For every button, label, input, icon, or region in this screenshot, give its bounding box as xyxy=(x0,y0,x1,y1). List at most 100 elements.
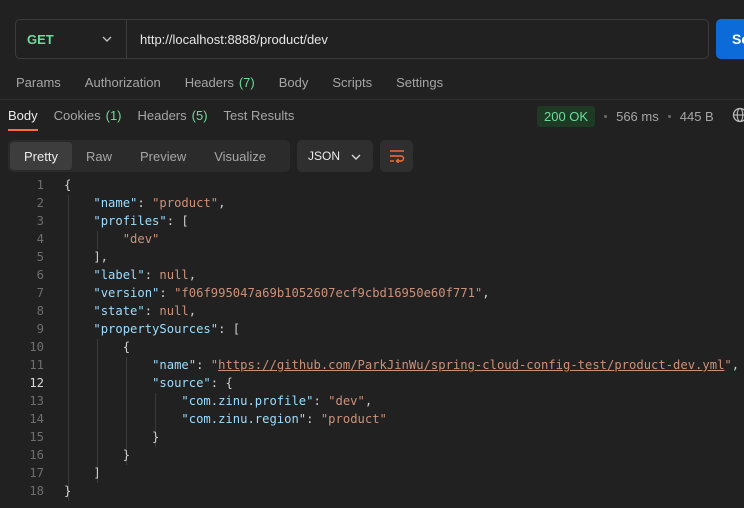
tab-settings[interactable]: Settings xyxy=(396,75,443,90)
tab-label: Authorization xyxy=(84,75,161,90)
code-line: 11 "name": "https://github.com/ParkJinWu… xyxy=(0,356,744,374)
line-number: 4 xyxy=(36,232,44,246)
code-text: { xyxy=(64,178,72,192)
code-text: "propertySources": [ xyxy=(93,322,241,336)
tab-authorization[interactable]: Authorization xyxy=(85,75,161,90)
separator-dot xyxy=(604,115,608,118)
tab-label: Settings xyxy=(396,75,444,90)
divider xyxy=(0,99,744,100)
format-select[interactable]: JSON xyxy=(297,140,373,172)
line-number: 9 xyxy=(36,322,44,336)
line-number: 6 xyxy=(36,268,44,282)
code-text: "state": null, xyxy=(93,304,197,318)
code-line: 3 "profiles": [ xyxy=(0,212,744,230)
wrap-lines-icon xyxy=(389,150,404,163)
code-line: 15 } xyxy=(0,428,744,446)
globe-icon[interactable] xyxy=(732,107,744,123)
url-input[interactable]: http://localhost:8888/product/dev xyxy=(127,32,328,47)
url-bar: GET http://localhost:8888/product/dev xyxy=(15,19,709,59)
chevron-down-icon xyxy=(102,36,112,42)
tab-label: Headers xyxy=(184,75,234,90)
line-number: 1 xyxy=(36,178,44,192)
line-number: 13 xyxy=(29,394,44,408)
line-number: 5 xyxy=(36,250,44,264)
code-text: } xyxy=(64,484,72,498)
code-text: "name": "product", xyxy=(93,196,226,210)
view-preview[interactable]: Preview xyxy=(126,142,200,170)
url-link[interactable]: https://github.com/ParkJinWu/spring-clou… xyxy=(218,358,724,372)
line-number: 7 xyxy=(36,286,44,300)
tab-label: Body xyxy=(278,75,309,90)
code-line: 4 "dev" xyxy=(0,230,744,248)
tab-params[interactable]: Params xyxy=(16,75,61,90)
tab-count: (7) xyxy=(238,75,255,90)
code-text: ], xyxy=(64,250,109,264)
tab-scripts[interactable]: Scripts xyxy=(332,75,372,90)
view-pretty[interactable]: Pretty xyxy=(10,142,72,170)
method-select[interactable]: GET xyxy=(16,20,127,58)
tab-headers[interactable]: Headers (7) xyxy=(185,75,255,90)
line-number: 11 xyxy=(29,358,44,372)
tab-label: Headers xyxy=(137,108,187,123)
response-tabs: Body Cookies (1) Headers (5) Test Results xyxy=(8,108,310,131)
code-lines: 1{2 "name": "product", 3 "profiles": [4 "… xyxy=(0,176,744,500)
format-label: JSON xyxy=(308,149,341,163)
code-line: 13 "com.zinu.profile": "dev", xyxy=(0,392,744,410)
tab-body[interactable]: Body xyxy=(8,108,38,131)
status-badge[interactable]: 200 OK xyxy=(537,106,596,127)
separator-dot xyxy=(667,115,671,118)
code-text: "name": "https://github.com/ParkJinWu/sp… xyxy=(152,358,740,372)
chevron-down-icon xyxy=(351,154,361,160)
tab-label: Body xyxy=(8,108,38,123)
tab-headers[interactable]: Headers (5) xyxy=(138,108,208,123)
code-text: "com.zinu.profile": "dev", xyxy=(181,394,373,408)
send-button[interactable]: Se xyxy=(716,19,744,59)
code-text: "com.zinu.region": "product" xyxy=(181,412,387,426)
code-line: 5 ], xyxy=(0,248,744,266)
line-number: 15 xyxy=(29,430,44,444)
method-label: GET xyxy=(27,31,54,47)
code-line: 12 "source": { xyxy=(0,374,744,392)
tab-label: Cookies xyxy=(53,108,101,123)
line-number: 8 xyxy=(36,304,44,318)
wrap-lines-button[interactable] xyxy=(380,140,413,172)
tab-test-results[interactable]: Test Results xyxy=(224,108,295,123)
line-number: 18 xyxy=(29,484,44,498)
view-mode-group: Pretty Raw Preview Visualize xyxy=(8,140,290,172)
line-number: 10 xyxy=(29,340,44,354)
code-text: "version": "f06f995047a69b1052607ecf9cbd… xyxy=(93,286,490,300)
code-line: 17 ] xyxy=(0,464,744,482)
code-line: 8 "state": null, xyxy=(0,302,744,320)
code-text: { xyxy=(64,340,131,354)
tab-count: (1) xyxy=(105,108,122,123)
tab-cookies[interactable]: Cookies (1) xyxy=(54,108,122,123)
code-line: 7 "version": "f06f995047a69b1052607ecf9c… xyxy=(0,284,744,302)
code-text: "label": null, xyxy=(93,268,197,282)
response-body-code[interactable]: 1{2 "name": "product", 3 "profiles": [4 "… xyxy=(0,176,744,501)
tab-label: Params xyxy=(16,75,61,90)
response-size[interactable]: 445 B xyxy=(680,109,714,124)
tab-label: Scripts xyxy=(332,75,373,90)
code-text: } xyxy=(64,430,160,444)
code-line: 2 "name": "product", xyxy=(0,194,744,212)
line-number: 14 xyxy=(29,412,44,426)
code-text: } xyxy=(64,448,131,462)
code-line: 16 } xyxy=(0,446,744,464)
tab-label: Test Results xyxy=(223,108,295,123)
line-number: 17 xyxy=(29,466,44,480)
code-line: 6 "label": null, xyxy=(0,266,744,284)
code-line: 14 "com.zinu.region": "product" xyxy=(0,410,744,428)
line-number: 16 xyxy=(29,448,44,462)
view-raw[interactable]: Raw xyxy=(72,142,126,170)
code-line: 1{ xyxy=(0,176,744,194)
line-number: 2 xyxy=(36,196,44,210)
response-time[interactable]: 566 ms xyxy=(616,109,659,124)
view-visualize[interactable]: Visualize xyxy=(200,142,280,170)
code-text: "source": { xyxy=(152,376,233,390)
response-status: 200 OK 566 ms 445 B xyxy=(537,106,714,127)
code-line: 18} xyxy=(0,482,744,500)
tab-count: (5) xyxy=(191,108,208,123)
line-number: 12 xyxy=(29,376,44,390)
request-tabs: Params Authorization Headers (7) Body Scripts… xyxy=(16,75,467,90)
tab-body[interactable]: Body xyxy=(279,75,309,90)
